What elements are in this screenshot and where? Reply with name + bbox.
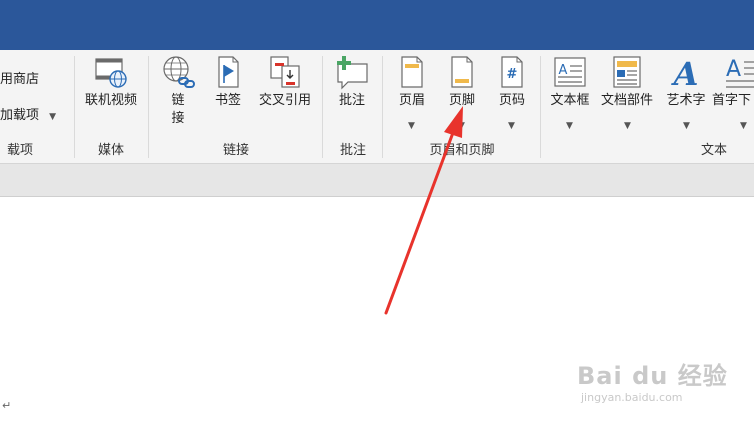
link-button[interactable]: 链 接 [156,54,200,128]
quick-parts-icon [613,56,641,88]
comment-icon [337,56,368,90]
chevron-down-icon[interactable]: ▼ [683,121,690,131]
wordart-button[interactable]: A 艺术字 [660,54,712,110]
chevron-down-icon[interactable]: ▼ [566,121,573,131]
link-label-top: 链 [171,93,185,108]
wordart-label: 艺术字 [666,93,706,108]
drop-cap-label: 首字下 [712,93,752,108]
title-bar [0,0,754,50]
cross-reference-label: 交叉引用 [258,93,311,108]
ruler-area [0,164,754,197]
group-divider [148,56,149,158]
hyperlink-globe-icon [163,56,195,88]
store-button[interactable]: 用商店 [0,68,39,87]
svg-text:A: A [726,57,741,82]
chevron-down-icon[interactable]: ▼ [508,121,515,131]
bookmark-label: 书签 [214,93,241,108]
paragraph-mark: ↵ [2,399,12,412]
page-number-label: 页码 [498,93,525,108]
page-number-icon: # [501,56,523,88]
chevron-down-icon[interactable]: ▼ [408,121,415,131]
chevron-down-icon[interactable]: ▼ [740,121,747,131]
my-addins-label: 加载项 [0,108,40,123]
watermark-brand: Bai du 经验 [577,362,728,390]
footer-label: 页脚 [448,93,475,108]
svg-text:#: # [507,67,518,82]
drop-cap-icon: A [726,57,754,88]
wordart-icon: A [671,55,699,90]
comment-label: 批注 [338,93,365,108]
group-divider [322,56,323,158]
textbox-icon: A [554,57,586,87]
svg-text:A: A [671,55,699,90]
store-label: 用商店 [0,72,40,87]
header-button[interactable]: 页眉 [390,54,434,110]
cross-reference-icon [270,56,300,88]
quick-parts-button[interactable]: 文档部件 [596,54,658,110]
comment-button[interactable]: 批注 [330,54,374,110]
online-video-button[interactable]: 联机视频 [78,54,144,110]
chevron-down-icon: ▼ [49,112,57,122]
cross-reference-button[interactable]: 交叉引用 [252,54,318,110]
group-divider [382,56,383,158]
page-number-button[interactable]: # 页码 [490,54,534,110]
bookmark-button[interactable]: 书签 [206,54,250,110]
textbox-label: 文本框 [550,93,590,108]
addins-group-label: 载项 [6,143,33,158]
header-footer-group-label: 页眉和页脚 [429,143,495,158]
chevron-down-icon[interactable]: ▼ [458,121,465,131]
chevron-down-icon[interactable]: ▼ [624,121,631,131]
links-group-label: 链接 [222,143,249,158]
media-group-label: 媒体 [97,143,124,158]
drop-cap-button[interactable]: A 首字下 [712,54,754,110]
group-divider [74,56,75,158]
insert-ribbon: 用商店 加载项 ▼ 载项 联机视频 媒体 链 接 书签 交叉引用 链接 批注 批… [0,50,754,164]
watermark-url: jingyan.baidu.com [581,391,683,404]
online-video-icon [95,58,127,88]
svg-text:A: A [559,63,568,78]
link-label-bottom: 接 [171,111,185,126]
footer-button[interactable]: 页脚 [440,54,484,110]
quick-parts-label: 文档部件 [600,93,653,108]
bookmark-icon [218,56,239,88]
watermark: Bai du 经验 jingyan.baidu.com [577,356,728,404]
online-video-label: 联机视频 [84,93,137,108]
my-addins-button[interactable]: 加载项 ▼ [0,104,56,123]
footer-icon [451,56,473,88]
group-divider [540,56,541,158]
header-label: 页眉 [398,93,425,108]
comments-group-label: 批注 [339,143,366,158]
text-group-label: 文本 [700,143,727,158]
header-icon [401,56,423,88]
textbox-button[interactable]: A 文本框 [544,54,596,110]
